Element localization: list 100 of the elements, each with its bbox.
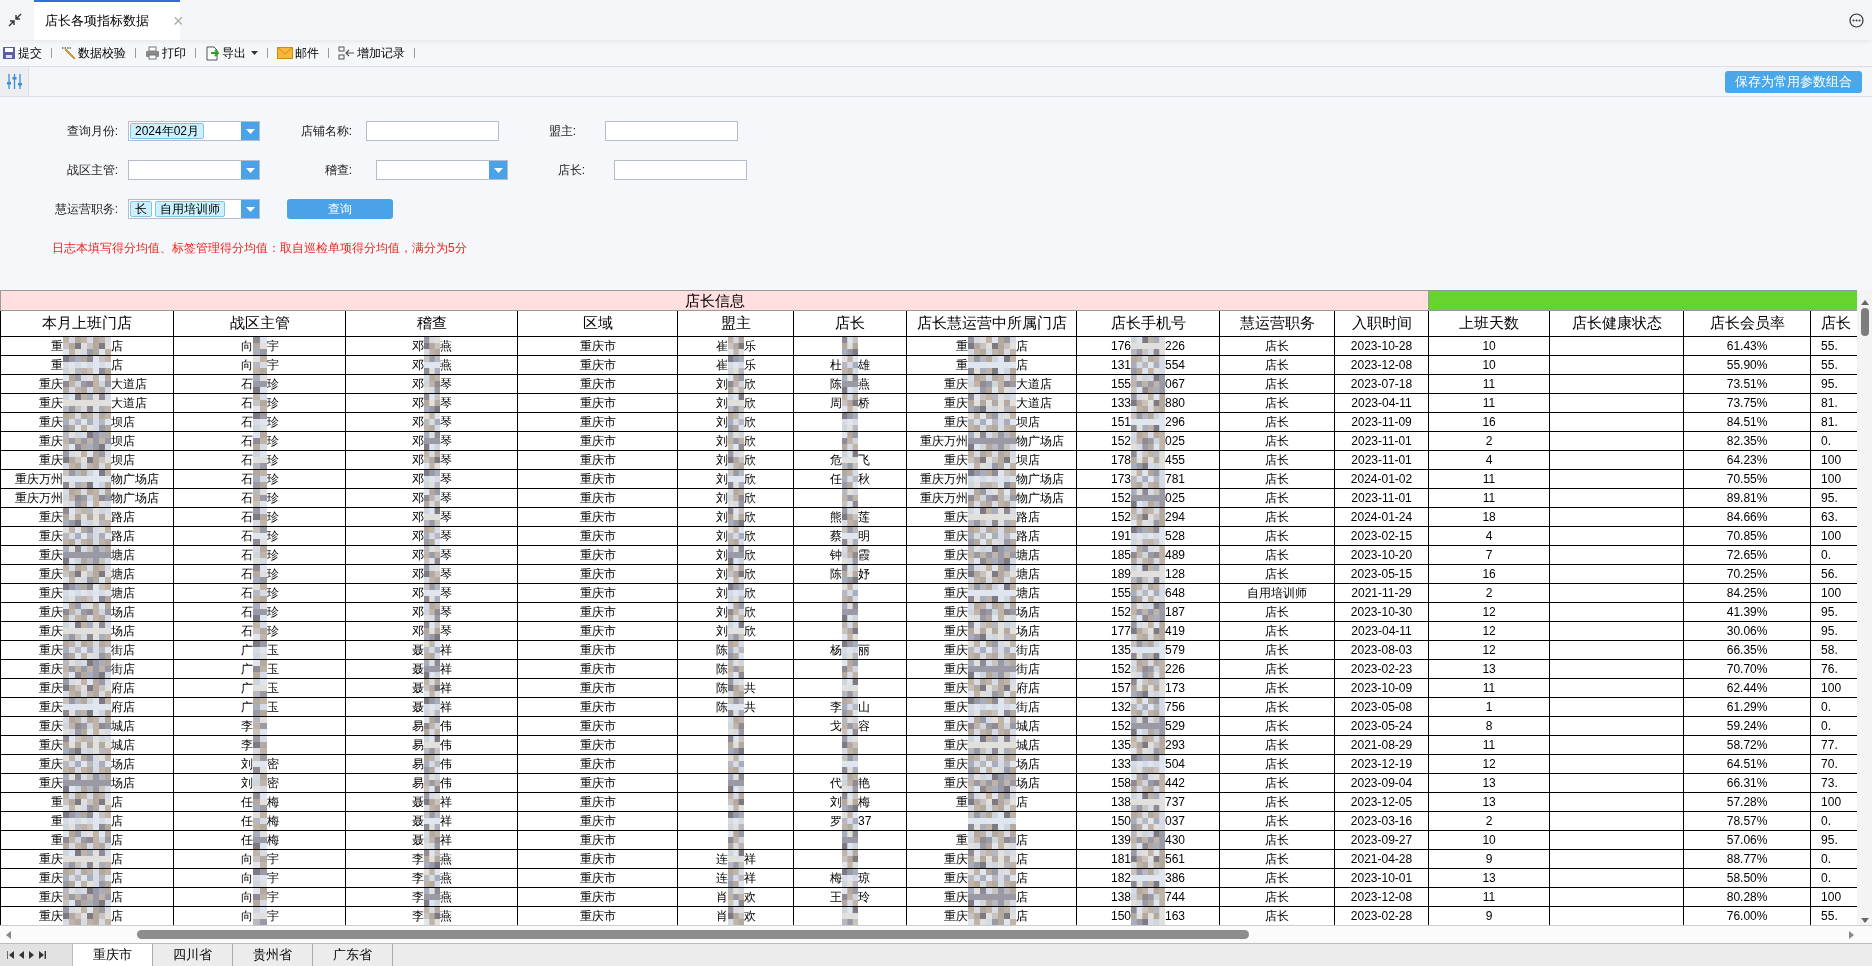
table-cell-text: 琴	[439, 585, 452, 602]
table-cell: 2023-10-01	[1350, 871, 1413, 885]
table-cell-text: 店	[1015, 832, 1028, 849]
table-cell: 4	[1485, 453, 1493, 467]
table-cell-text: 祥	[439, 661, 452, 678]
table-cell-text: 880	[1165, 395, 1186, 412]
table-cell: 2023-05-15	[1350, 567, 1413, 581]
toolbar-button[interactable]: 导出	[204, 43, 259, 63]
table-cell-text: 易	[411, 775, 424, 792]
table-cell-text: 祥	[439, 832, 452, 849]
table-cell-text: 珍	[266, 414, 279, 431]
table-cell-text: 石	[240, 566, 253, 583]
table-cell: 11	[1482, 491, 1496, 505]
table-cell: 店长	[1265, 472, 1289, 486]
table-cell-text: 133	[1110, 395, 1131, 412]
toolbar-button[interactable]: 邮件	[276, 43, 320, 63]
table-cell: 88.77%	[1726, 852, 1768, 866]
table-cell-text: 重庆	[39, 528, 63, 545]
table-cell-text: 燕	[439, 908, 452, 925]
table-cell-text: 祥	[439, 642, 452, 659]
table-cell: 重庆市	[579, 567, 616, 581]
sheet-tab[interactable]: 重庆市	[73, 944, 153, 966]
table-cell: 95.	[1821, 624, 1838, 638]
table-cell: 重庆市	[579, 719, 616, 733]
table-cell-text: 店	[111, 357, 123, 374]
table-cell-text: 442	[1165, 775, 1186, 792]
table-cell: 2023-05-24	[1350, 719, 1413, 733]
table-cell-text: 重庆	[943, 889, 968, 906]
table-cell: 2023-05-08	[1350, 700, 1413, 714]
table-cell: 13	[1482, 776, 1496, 790]
table-cell-text: 任	[240, 813, 253, 830]
table-cell: 66.31%	[1726, 776, 1768, 790]
table-cell-text: 刘	[715, 414, 728, 431]
toolbar-button[interactable]: 提交	[1, 43, 43, 63]
table-cell-text: 037	[1165, 813, 1186, 830]
table-cell-text: 重庆	[39, 756, 63, 773]
table-cell-text: 石	[240, 604, 253, 621]
table-cell-text: 街店	[111, 642, 135, 659]
table-cell-text: 珍	[266, 509, 279, 526]
table-cell-text: 琴	[439, 547, 452, 564]
dropdown-field[interactable]: 2024年02月	[128, 121, 260, 141]
document-tab[interactable]: 店长各项指标数据 ×	[34, 0, 180, 40]
table-cell: 84.25%	[1726, 586, 1768, 600]
table-cell: 2023-12-19	[1350, 757, 1413, 771]
table-cell: 56.	[1821, 567, 1838, 581]
table-cell: 58.	[1821, 643, 1838, 657]
table-cell: 2023-11-01	[1351, 453, 1412, 467]
table-cell-text: 珍	[266, 471, 279, 488]
table-cell-text: 561	[1165, 851, 1186, 868]
table-cell-text: 181	[1110, 851, 1131, 868]
table-cell: 店长	[1265, 776, 1289, 790]
table-cell-text: 共	[743, 699, 756, 716]
table-cell-text: 珍	[266, 547, 279, 564]
table-cell-text: 重庆	[943, 661, 968, 678]
toolbar-button[interactable]: 增加记录	[337, 43, 406, 63]
table-cell: 2023-12-08	[1350, 890, 1413, 904]
table-cell-text: 430	[1165, 832, 1186, 849]
table-cell-text: 重庆	[943, 699, 968, 716]
table-cell-text: 琼	[858, 870, 870, 887]
table-cell: 84.66%	[1726, 510, 1768, 524]
table-cell-text: 158	[1110, 775, 1131, 792]
table-cell: 59.24%	[1726, 719, 1768, 733]
table-cell-text: 欣	[743, 509, 756, 526]
table-cell-text: 明	[858, 528, 870, 545]
table-cell: 店长	[1265, 757, 1289, 771]
table-cell: 100	[1821, 529, 1842, 543]
table-cell: 12	[1482, 624, 1496, 638]
table-cell: 57.28%	[1726, 795, 1768, 809]
dropdown-field[interactable]: 长 自用培训师	[128, 199, 260, 219]
table-cell-text: 528	[1165, 528, 1186, 545]
table-cell: 81.	[1821, 415, 1838, 429]
table-cell-text: 琴	[439, 604, 452, 621]
table-cell-text: 店	[111, 813, 123, 830]
table-cell-text: 重庆	[39, 889, 63, 906]
table-cell-text: 向	[240, 851, 253, 868]
table-cell-text: 重庆	[39, 566, 63, 583]
table-cell: 9	[1485, 909, 1493, 923]
table-cell-text: 重庆	[39, 604, 63, 621]
table-cell-text: 路店	[111, 509, 135, 526]
column-header: 本月上班门店	[0, 310, 174, 337]
table-cell-text: 邓	[411, 376, 424, 393]
table-cell: 店长	[1265, 681, 1289, 695]
table-cell: 重庆市	[579, 795, 616, 809]
table-cell-text: 陈	[830, 566, 842, 583]
table-cell: 0.	[1821, 871, 1832, 885]
table-cell-text: 向	[240, 908, 253, 925]
table-cell-text: 飞	[858, 452, 870, 469]
table-cell: 78.57%	[1726, 814, 1768, 828]
toolbar-button[interactable]: 打印	[144, 43, 187, 63]
table-cell-text: 玉	[266, 661, 279, 678]
table-cell-text: 坝店	[111, 433, 135, 450]
toolbar-button[interactable]: 数据校验	[60, 43, 127, 63]
table-cell-text: 重庆	[943, 756, 968, 773]
selected-tag: 长	[130, 201, 152, 217]
table-cell-text: 霞	[858, 547, 870, 564]
table-cell-text: 132	[1110, 699, 1131, 716]
table-cell-text: 178	[1110, 452, 1131, 469]
table-cell: 12	[1482, 605, 1496, 619]
column-header: 店长手机号	[1076, 310, 1220, 337]
table-cell: 66.35%	[1726, 643, 1768, 657]
